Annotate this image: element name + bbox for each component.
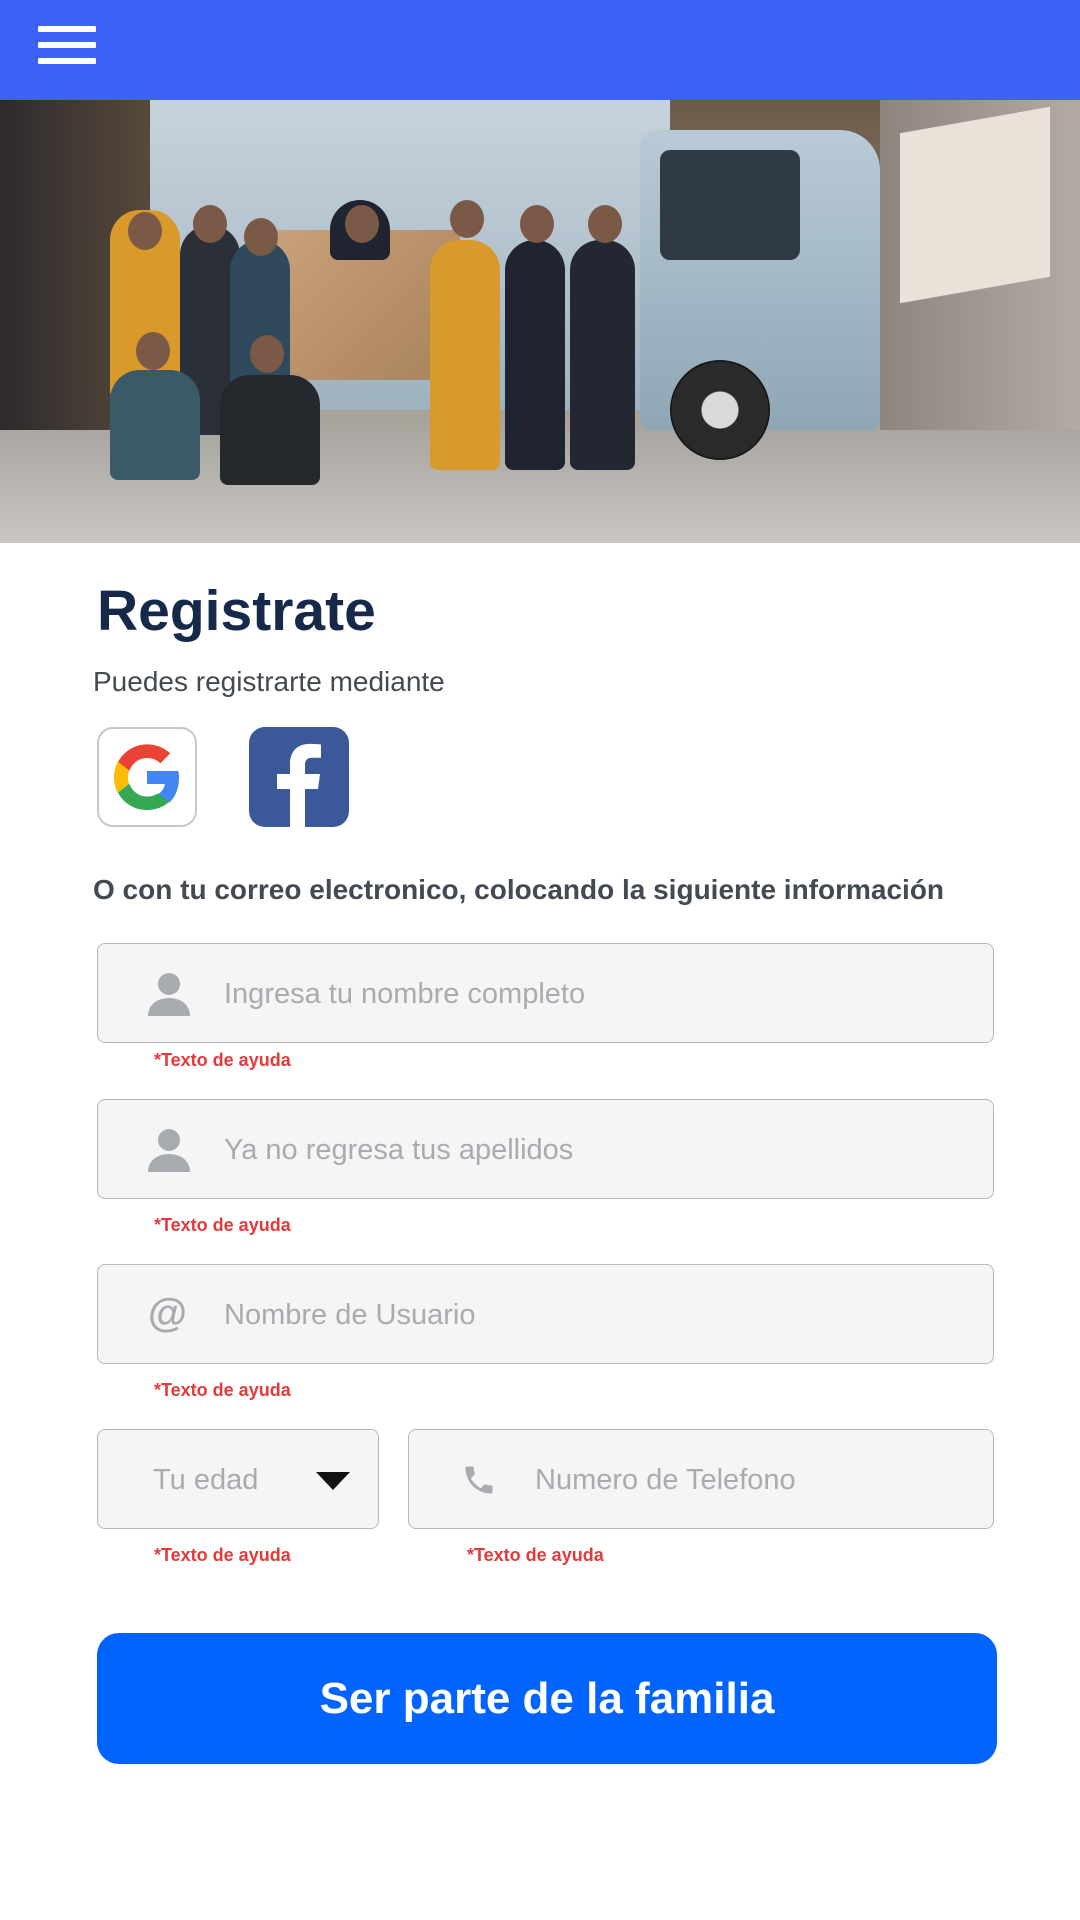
age-help-text: *Texto de ayuda	[154, 1545, 291, 1565]
full-name-help-text: *Texto de ayuda	[154, 1050, 291, 1070]
hero-image	[0, 100, 1080, 543]
caret-down-icon	[316, 1472, 350, 1490]
full-name-input[interactable]	[222, 944, 966, 1044]
join-family-button[interactable]: Ser parte de la familia	[97, 1633, 997, 1764]
email-signup-instructions: O con tu correo electronico, colocando l…	[93, 874, 945, 905]
age-select[interactable]: Tu edad	[97, 1429, 379, 1529]
person-icon	[148, 973, 190, 1016]
person-icon	[148, 1129, 190, 1172]
last-names-help-text: *Texto de ayuda	[154, 1215, 291, 1235]
google-icon	[114, 744, 179, 810]
username-input[interactable]	[222, 1265, 966, 1365]
google-signin-button[interactable]	[97, 727, 197, 827]
last-names-input[interactable]	[222, 1100, 966, 1200]
phone-input[interactable]	[533, 1430, 967, 1530]
at-icon: @	[148, 1291, 188, 1335]
full-name-field[interactable]	[97, 943, 994, 1044]
page-subtitle: Puedes registrarte mediante	[93, 666, 445, 697]
username-help-text: *Texto de ayuda	[154, 1380, 291, 1400]
hamburger-menu-icon[interactable]	[38, 26, 96, 66]
page-title: Registrate	[97, 579, 376, 643]
facebook-icon	[277, 743, 321, 827]
username-field[interactable]: @	[97, 1264, 994, 1365]
last-names-field[interactable]	[97, 1099, 994, 1200]
phone-help-text: *Texto de ayuda	[467, 1545, 604, 1565]
phone-icon	[465, 1466, 493, 1494]
age-select-value: Tu edad	[153, 1464, 259, 1496]
top-app-bar	[0, 0, 1080, 100]
facebook-signin-button[interactable]	[249, 727, 349, 827]
phone-field[interactable]	[408, 1429, 994, 1530]
